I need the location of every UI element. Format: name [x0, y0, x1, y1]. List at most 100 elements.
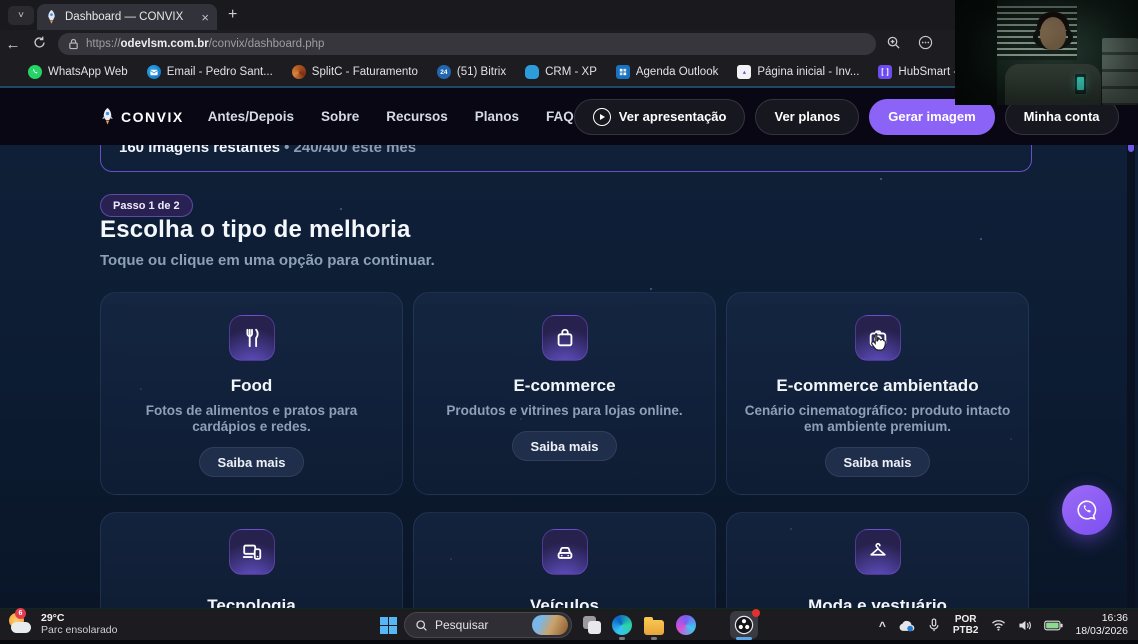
bookmark-email[interactable]: Email - Pedro Sant... [147, 65, 273, 79]
taskbar-clock[interactable]: 16:36 18/03/2026 [1075, 612, 1128, 638]
news-badge: 6 [15, 608, 26, 619]
obs-studio-icon[interactable] [730, 611, 758, 639]
tab-title: Dashboard — CONVIX [65, 11, 194, 23]
system-tray: ^ POR PTB2 16:36 18/03/2026 [873, 609, 1138, 641]
task-view-button[interactable] [580, 613, 604, 637]
page-title: Escolha o tipo de melhoria [100, 216, 411, 244]
hubsmart-icon [878, 65, 892, 79]
weather-temp: 29°C [41, 612, 117, 624]
bookmark-bitrix[interactable]: 24 (51) Bitrix [437, 65, 506, 79]
card-title: Veículos [530, 596, 599, 608]
microphone-icon[interactable] [928, 618, 940, 633]
bitrix24-icon: 24 [437, 65, 451, 79]
weather-widget[interactable]: 6 29°C Parc ensolarado [8, 611, 117, 637]
play-icon [593, 108, 611, 126]
chart-icon: ▴ [737, 65, 751, 79]
nav-link-faq[interactable]: FAQ [546, 109, 574, 124]
lock-icon [68, 38, 79, 50]
site-logo[interactable]: CONVIX [100, 108, 184, 125]
utensils-icon [229, 315, 275, 361]
rocket-logo-icon [100, 108, 115, 125]
battery-icon[interactable] [1044, 620, 1063, 631]
mouse-cursor-hand [869, 332, 888, 354]
more-options-icon[interactable] [918, 35, 933, 55]
new-tab-button[interactable]: + [228, 6, 237, 24]
recording-badge [752, 609, 760, 617]
wifi-icon[interactable] [991, 619, 1006, 631]
file-explorer-icon[interactable] [642, 613, 666, 637]
whatsapp-icon [1074, 497, 1100, 523]
back-icon[interactable]: ← [0, 36, 26, 53]
zoom-page-icon[interactable] [886, 35, 901, 55]
whatsapp-fab[interactable] [1062, 485, 1112, 535]
whatsapp-icon [28, 65, 42, 79]
start-button[interactable] [376, 613, 400, 637]
bookmark-pagina-inicial[interactable]: ▴ Página inicial - Inv... [737, 65, 859, 79]
url-path: /convix/dashboard.php [209, 38, 325, 50]
bing-daily-image [532, 615, 568, 635]
hanger-icon [855, 529, 901, 575]
copilot-icon[interactable] [674, 613, 698, 637]
category-card-tecnologia[interactable]: Tecnologia [100, 512, 403, 608]
bookmark-splitc[interactable]: SplitC - Faturamento [292, 65, 418, 79]
learn-more-button[interactable]: Saiba mais [825, 447, 931, 477]
category-card-ecommerce-ambientado[interactable]: E-commerce ambientado Cenário cinematogr… [726, 292, 1029, 495]
category-card-veiculos[interactable]: Veículos [413, 512, 716, 608]
nav-link-recursos[interactable]: Recursos [386, 109, 448, 124]
weather-condition: Parc ensolarado [41, 624, 117, 636]
nav-link-antes-depois[interactable]: Antes/Depois [208, 109, 294, 124]
shopping-bag-icon [542, 315, 588, 361]
tab-search-chevron-icon[interactable]: ˅ [8, 6, 34, 25]
bookmark-crm-xp[interactable]: CRM - XP [525, 65, 597, 79]
card-title: Tecnologia [207, 596, 295, 608]
presentation-button[interactable]: Ver apresentação [574, 99, 746, 135]
nav-link-sobre[interactable]: Sobre [321, 109, 359, 124]
card-title: E-commerce [513, 376, 615, 396]
tab-favicon-rocket-icon [45, 10, 58, 24]
tab-close-icon[interactable]: × [201, 11, 209, 24]
card-description: Fotos de alimentos e pratos para cardápi… [114, 403, 390, 435]
refresh-icon[interactable] [26, 36, 52, 53]
page-viewport: 160 imagens restantes • 240/400 este mês… [0, 86, 1138, 608]
card-title: Moda e vestuário [808, 596, 947, 608]
cloud-crm-icon [525, 65, 539, 79]
splitc-icon [292, 65, 306, 79]
page-scrollbar[interactable] [1127, 88, 1135, 608]
learn-more-button[interactable]: Saiba mais [512, 431, 618, 461]
category-card-food[interactable]: Food Fotos de alimentos e pratos para ca… [100, 292, 403, 495]
card-description: Produtos e vitrines para lojas online. [427, 403, 703, 419]
time: 16:36 [1075, 612, 1128, 625]
search-icon [415, 619, 428, 632]
devices-icon [229, 529, 275, 575]
edge-taskbar-icon[interactable] [610, 613, 634, 637]
windows-taskbar: 6 29°C Parc ensolarado Pesquisar ^ [0, 608, 1138, 640]
brand-name: CONVIX [121, 109, 184, 125]
browser-tab[interactable]: Dashboard — CONVIX × [37, 4, 217, 30]
taskbar-search[interactable]: Pesquisar [404, 612, 572, 638]
address-bar[interactable]: https://odevlsm.com.br/convix/dashboard.… [58, 33, 876, 55]
windows-logo-icon [380, 617, 397, 634]
language-indicator[interactable]: POR PTB2 [953, 614, 979, 636]
card-title: E-commerce ambientado [776, 376, 978, 396]
card-title: Food [231, 376, 273, 396]
volume-icon[interactable] [1018, 619, 1032, 632]
tray-chevron-icon[interactable]: ^ [879, 619, 886, 633]
search-placeholder: Pesquisar [435, 618, 525, 632]
date: 18/03/2026 [1075, 625, 1128, 638]
category-card-ecommerce[interactable]: E-commerce Produtos e vitrines para loja… [413, 292, 716, 495]
onedrive-icon[interactable] [898, 619, 916, 632]
bookmark-agenda-outlook[interactable]: Agenda Outlook [616, 65, 718, 79]
url-host: odevlsm.com.br [121, 38, 209, 50]
calendar-icon [616, 65, 630, 79]
partly-sunny-icon: 6 [8, 611, 34, 637]
view-plans-button[interactable]: Ver planos [755, 99, 859, 135]
card-description: Cenário cinematográfico: produto intacto… [740, 403, 1016, 435]
webcam-overlay [955, 0, 1138, 105]
nav-link-planos[interactable]: Planos [475, 109, 519, 124]
car-icon [542, 529, 588, 575]
step-badge: Passo 1 de 2 [100, 194, 193, 217]
learn-more-button[interactable]: Saiba mais [199, 447, 305, 477]
email-icon [147, 65, 161, 79]
category-card-moda[interactable]: Moda e vestuário [726, 512, 1029, 608]
bookmark-whatsapp-web[interactable]: WhatsApp Web [28, 65, 128, 79]
